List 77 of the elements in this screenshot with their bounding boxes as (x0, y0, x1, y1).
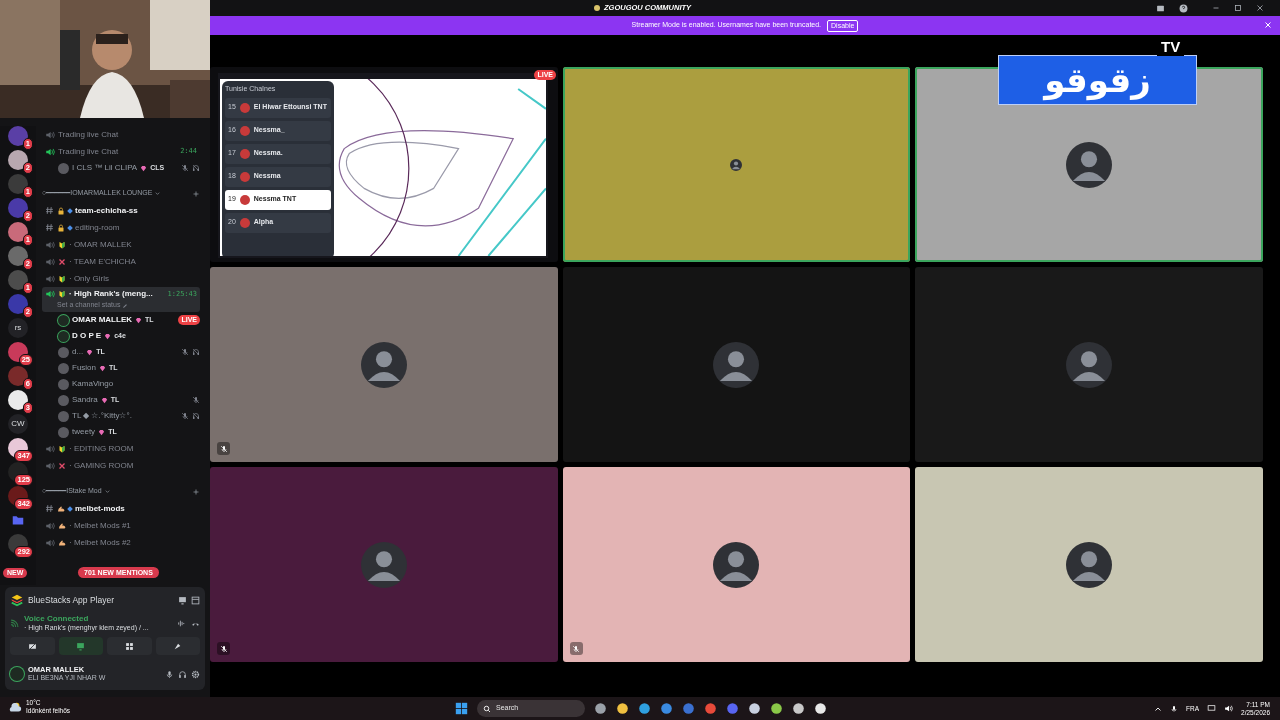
server-icon[interactable] (8, 150, 28, 170)
server-icon[interactable]: CW (8, 414, 28, 434)
microphone-icon[interactable] (165, 669, 174, 679)
server-icon[interactable]: rs (8, 318, 28, 338)
server-icon[interactable] (8, 366, 28, 386)
member-name[interactable]: TL ◆ ☆.°Kitty☆°. (72, 410, 132, 422)
chevron-icon (154, 190, 162, 197)
member-name[interactable]: d... (72, 346, 84, 358)
pencil-icon (122, 302, 129, 309)
gem-icon (98, 428, 106, 436)
activities-icon (124, 641, 134, 651)
channel-logo (239, 125, 250, 136)
hash-icon (45, 504, 54, 513)
member-name[interactable]: D O P E (72, 330, 102, 342)
video-tile[interactable] (210, 267, 558, 462)
channel-item[interactable]: · GAMING ROOM (42, 457, 200, 474)
help-icon[interactable] (1179, 3, 1188, 13)
channel-logo (239, 102, 250, 113)
channel-item[interactable]: · Melbet Mods #1 (42, 517, 200, 534)
channel-item[interactable]: · Melbet Mods #2 (42, 534, 200, 551)
search-icon (483, 704, 491, 713)
channel-item[interactable]: · TEAM E'CHICHA (42, 253, 200, 270)
activity-name: BlueStacks App Player (28, 593, 114, 607)
member-name[interactable]: I CLS ™ Lil CLIPA (72, 162, 138, 174)
microphone-icon[interactable] (1170, 704, 1179, 713)
headphones-icon[interactable] (178, 669, 187, 679)
channel-logo (239, 171, 250, 182)
channel-item[interactable]: editing-room (42, 219, 200, 236)
channel-item[interactable]: · EDITING ROOM (42, 440, 200, 457)
member-name[interactable]: OMAR MALLEK (72, 314, 132, 326)
screen-share-button[interactable] (58, 637, 103, 655)
signal-icon (10, 618, 19, 628)
server-icon[interactable] (8, 342, 28, 362)
channel-item[interactable]: melbet-mods (42, 500, 200, 517)
monitor-icon[interactable] (178, 595, 187, 605)
voice-status: Voice Connected (24, 614, 90, 623)
member-name[interactable]: Fusion (72, 362, 96, 374)
video-tile[interactable] (562, 67, 911, 262)
channel-logo (239, 217, 250, 228)
close-icon[interactable] (1256, 4, 1264, 12)
soundwave-icon[interactable] (177, 618, 186, 628)
window-icon[interactable] (191, 595, 200, 605)
video-tile[interactable] (210, 467, 558, 662)
channel-item[interactable]: · OMAR MALLEK (42, 236, 200, 253)
windows-start-icon[interactable] (455, 702, 468, 715)
member-name[interactable]: tweety (72, 426, 96, 438)
member-name[interactable]: KamaVingo (72, 378, 114, 390)
channel-item[interactable]: team-echicha-ss (42, 202, 200, 219)
channel-logo (239, 148, 250, 159)
inbox-icon[interactable] (1156, 3, 1165, 13)
gem-icon (104, 332, 112, 340)
video-tile[interactable] (562, 267, 911, 462)
server-icon[interactable] (8, 390, 28, 410)
screen-share-icon (76, 641, 86, 651)
maximize-icon[interactable] (1234, 4, 1242, 12)
video-tile[interactable] (562, 467, 911, 662)
user-avatar (10, 667, 24, 681)
camera-off-icon (27, 641, 37, 651)
gem-icon (100, 396, 108, 404)
channel-item[interactable]: Trading live Chat (42, 126, 200, 143)
channel-item[interactable]: · Only Girls (42, 270, 200, 287)
volume-icon[interactable] (1224, 704, 1234, 713)
gem-icon (135, 316, 142, 324)
gem-icon (140, 164, 148, 172)
add-icon[interactable] (192, 487, 200, 496)
settings-icon[interactable] (191, 669, 200, 679)
add-icon[interactable] (192, 189, 200, 198)
chevron-icon (103, 488, 111, 495)
activities-button[interactable] (107, 637, 152, 655)
video-tile[interactable] (915, 267, 1263, 462)
member-name[interactable]: Sandra (72, 394, 98, 406)
hash-icon (45, 206, 54, 215)
cloud-sun-icon (8, 700, 22, 714)
camera-off-button[interactable] (10, 637, 55, 655)
video-tile[interactable] (915, 467, 1263, 662)
hash-icon (45, 223, 54, 232)
channel-logo (239, 194, 250, 205)
